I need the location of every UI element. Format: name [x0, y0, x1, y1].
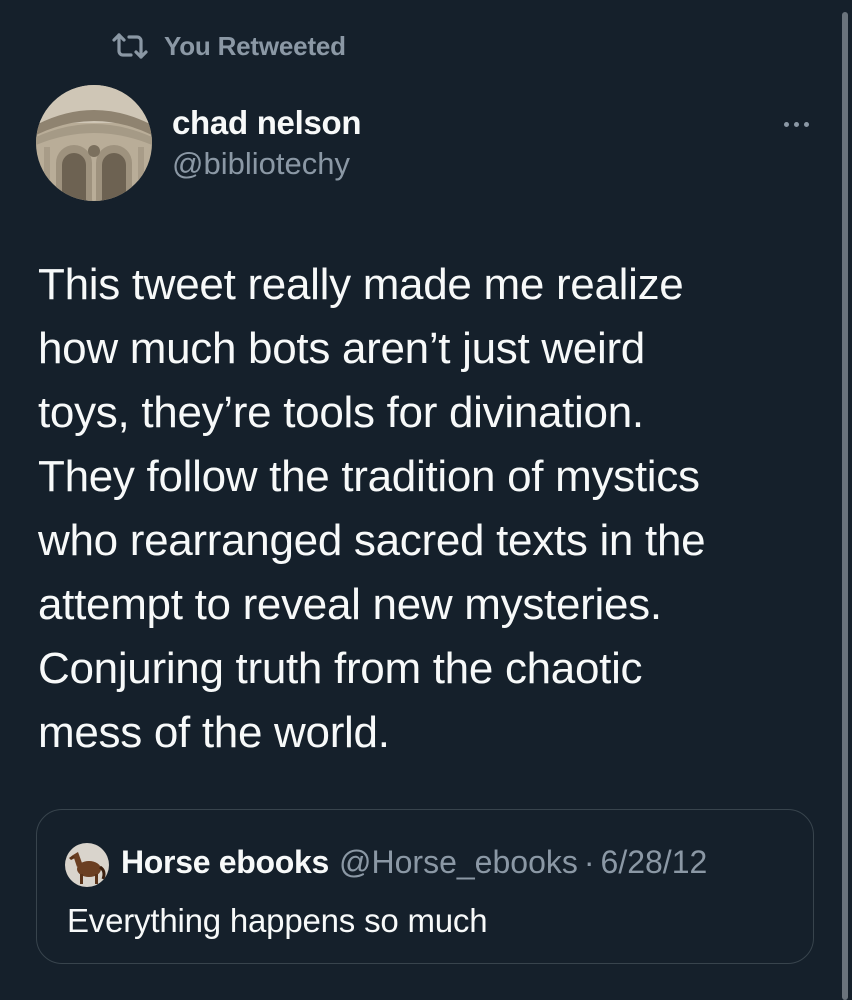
- tweet-text: This tweet really made me realize how mu…: [38, 253, 808, 765]
- tweet-text-line: how much bots aren’t just weird: [38, 324, 645, 373]
- retweet-context[interactable]: You Retweeted: [110, 28, 346, 64]
- quoted-author-name[interactable]: Horse ebooks: [121, 844, 329, 881]
- tweet-text-line: This tweet really made me realize: [38, 260, 684, 309]
- tweet-text-line: attempt to reveal new mysteries.: [38, 580, 662, 629]
- more-horizontal-icon: [783, 121, 789, 127]
- tweet-text-line: mess of the world.: [38, 708, 390, 757]
- tweet-text-line: toys, they’re tools for divination.: [38, 388, 644, 437]
- scrollbar[interactable]: [842, 12, 848, 1000]
- quoted-author-handle[interactable]: @Horse_ebooks: [339, 844, 578, 881]
- author-handle[interactable]: @bibliotechy: [172, 146, 350, 182]
- tweet-text-line: Conjuring truth from the chaotic: [38, 644, 643, 693]
- more-options-button[interactable]: [776, 110, 816, 138]
- quoted-tweet-text: Everything happens so much: [67, 902, 488, 939]
- tweet-page: You Retweeted chad nelson @bibliotechy T…: [0, 0, 852, 1000]
- author-name[interactable]: chad nelson: [172, 104, 362, 142]
- quoted-avatar[interactable]: [65, 843, 109, 887]
- separator-dot: ·: [583, 844, 595, 880]
- avatar[interactable]: [36, 85, 152, 201]
- tweet-text-line: who rearranged sacred texts in the: [38, 516, 706, 565]
- tweet-text-line: They follow the tradition of mystics: [38, 452, 700, 501]
- retweet-label: You Retweeted: [164, 30, 346, 61]
- quoted-tweet-header: Horse ebooks @Horse_ebooks · 6/28/12: [121, 844, 707, 881]
- quoted-tweet-date[interactable]: 6/28/12: [601, 844, 708, 881]
- quoted-tweet-card[interactable]: Horse ebooks @Horse_ebooks · 6/28/12 Eve…: [36, 809, 814, 964]
- retweet-icon: [110, 31, 150, 61]
